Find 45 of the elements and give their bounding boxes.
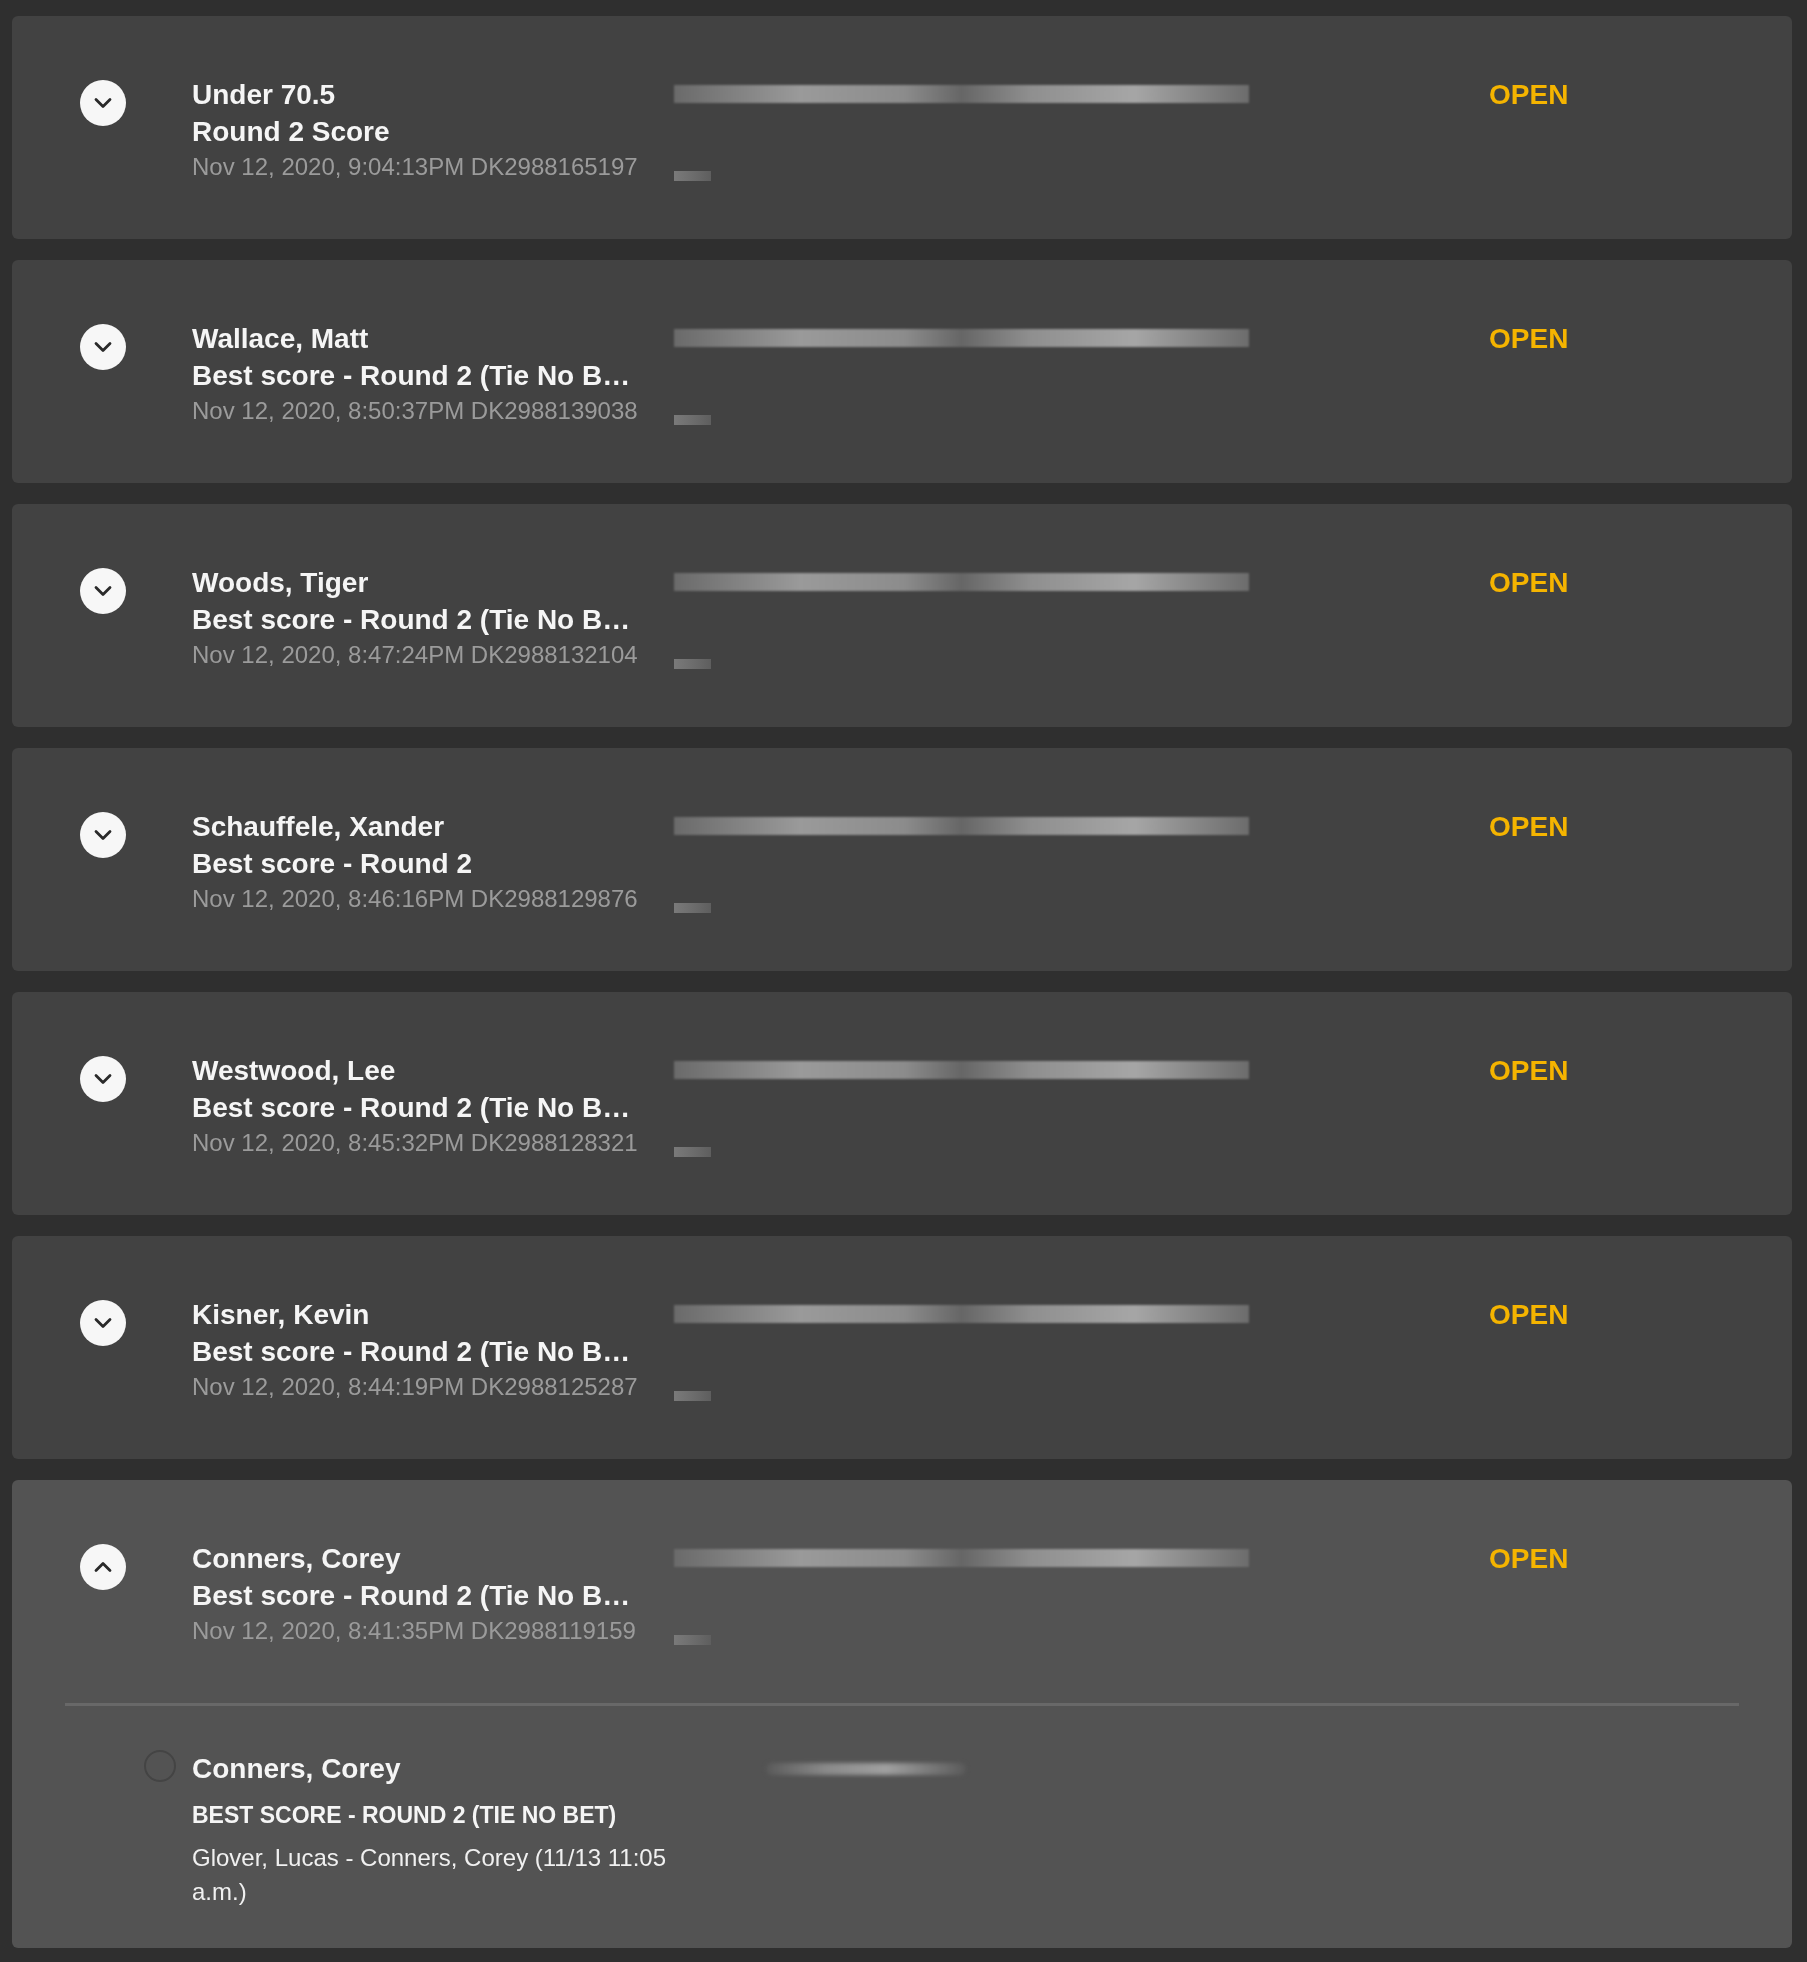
bet-placed-date: Nov 12, 2020, 8:46:16PM DK2988129876 xyxy=(192,885,638,912)
collapse-button[interactable] xyxy=(80,1544,126,1590)
redaction-blur xyxy=(674,171,711,181)
leg-market: BEST SCORE - ROUND 2 (TIE NO BET) xyxy=(192,1802,617,1828)
expand-button[interactable] xyxy=(80,324,126,370)
bet-market: Best score - Round 2 (Tie No B… xyxy=(192,360,631,391)
bet-status: OPEN xyxy=(1489,1054,1569,1088)
bet-market: Round 2 Score xyxy=(192,116,390,147)
bet-market: Best score - Round 2 xyxy=(192,848,473,879)
bet-market: Best score - Round 2 (Tie No B… xyxy=(192,1092,631,1123)
bet-title: Westwood, Lee xyxy=(192,1055,396,1086)
redaction-blur xyxy=(674,903,711,913)
bet-status: OPEN xyxy=(1489,78,1569,112)
bet-title: Woods, Tiger xyxy=(192,567,369,598)
bet-title: Conners, Corey xyxy=(192,1543,401,1574)
redaction-blur xyxy=(674,415,711,425)
bet-market: Best score - Round 2 (Tie No B… xyxy=(192,1336,631,1367)
bet-market: Best score - Round 2 (Tie No B… xyxy=(192,1580,631,1611)
bet-status: OPEN xyxy=(1489,322,1569,356)
bet-title: Kisner, Kevin xyxy=(192,1299,370,1330)
bet-status: OPEN xyxy=(1489,566,1569,600)
expand-button[interactable] xyxy=(80,812,126,858)
redaction-blur xyxy=(674,1635,711,1645)
bet-status: OPEN xyxy=(1489,1542,1569,1576)
expand-button[interactable] xyxy=(80,1300,126,1346)
leg-selection: Conners, Corey xyxy=(192,1753,401,1784)
bet-placed-date: Nov 12, 2020, 9:04:13PM DK2988165197 xyxy=(192,153,638,180)
bet-title: Wallace, Matt xyxy=(192,323,369,354)
bet-title: Under 70.5 xyxy=(192,79,336,110)
leg-event: Glover, Lucas - Conners, Corey (11/13 11:05 a.m.) xyxy=(192,1843,668,1907)
bet-title: Schauffele, Xander xyxy=(192,811,445,842)
bet-status: OPEN xyxy=(1489,1298,1569,1332)
bet-status: OPEN xyxy=(1489,810,1569,844)
bet-placed-date: Nov 12, 2020, 8:47:24PM DK2988132104 xyxy=(192,641,638,668)
redaction-blur xyxy=(674,1391,711,1401)
expand-button[interactable] xyxy=(80,568,126,614)
bet-placed-date: Nov 12, 2020, 8:44:19PM DK2988125287 xyxy=(192,1373,638,1400)
bet-placed-date: Nov 12, 2020, 8:41:35PM DK2988119159 xyxy=(192,1617,636,1644)
redaction-blur xyxy=(674,1147,711,1157)
bet-placed-date: Nov 12, 2020, 8:50:37PM DK2988139038 xyxy=(192,397,638,424)
bet-placed-date: Nov 12, 2020, 8:45:32PM DK2988128321 xyxy=(192,1129,638,1156)
expand-button[interactable] xyxy=(80,1056,126,1102)
redaction-blur xyxy=(674,659,711,669)
bet-market: Best score - Round 2 (Tie No B… xyxy=(192,604,631,635)
expand-button[interactable] xyxy=(80,80,126,126)
